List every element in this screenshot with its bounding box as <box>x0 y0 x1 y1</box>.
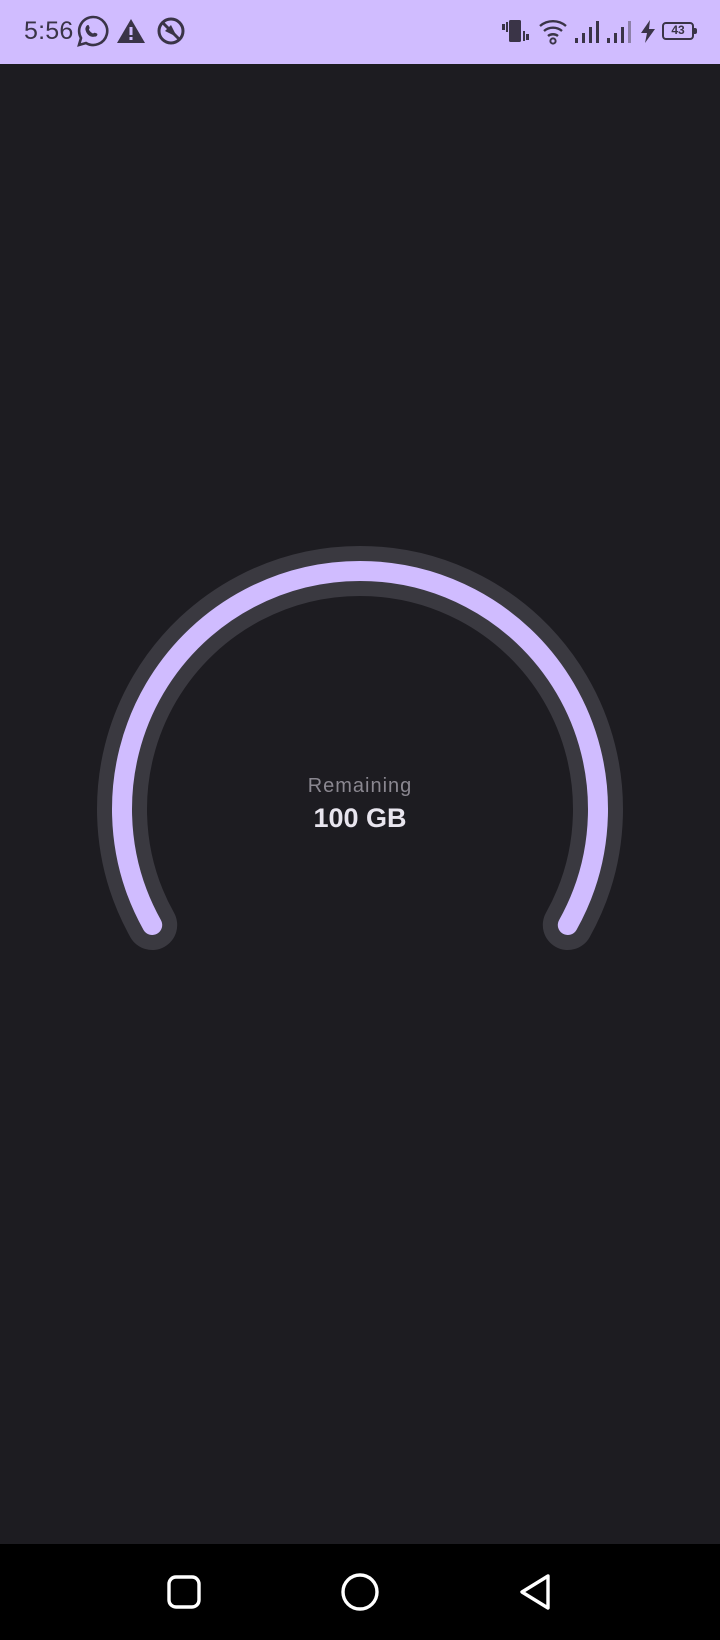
gauge-track <box>97 545 623 950</box>
navigation-bar <box>0 1544 720 1640</box>
recents-icon[interactable] <box>160 1568 208 1616</box>
back-icon[interactable] <box>512 1568 560 1616</box>
gauge-label: Remaining <box>307 775 413 797</box>
home-icon[interactable] <box>336 1568 384 1616</box>
app-screen: 5:56 43 Remaining 100 GB <box>0 0 720 1640</box>
gauge-value: 100 GB <box>313 803 407 833</box>
